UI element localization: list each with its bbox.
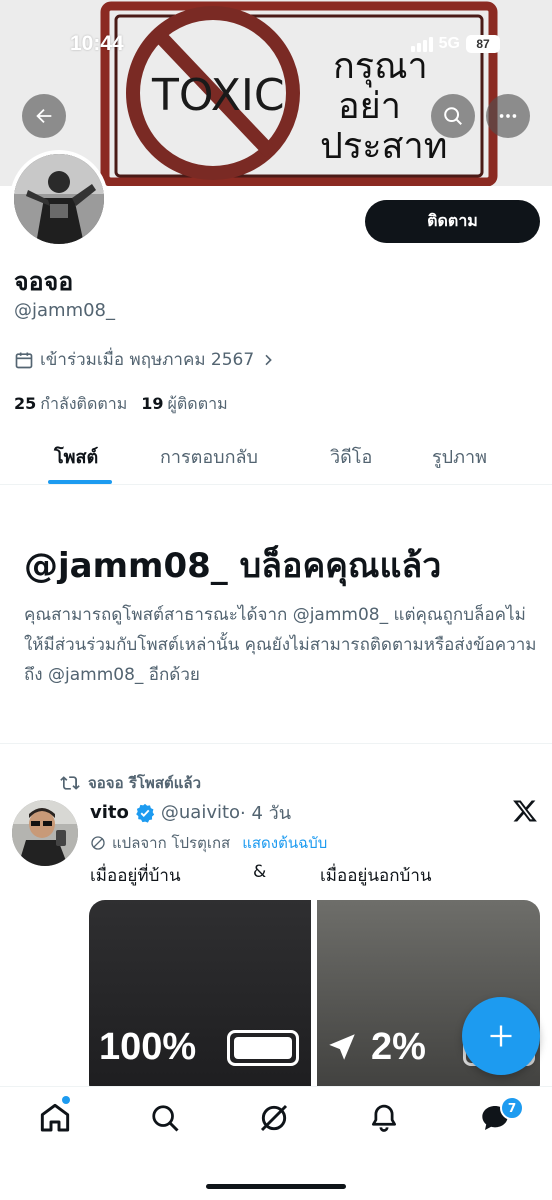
show-original-link[interactable]: แสดงต้นฉบับ [242, 831, 327, 855]
post-text-right: เมื่ออยู่นอกบ้าน [320, 866, 432, 886]
followers-label: ผู้ติดตาม [167, 394, 228, 413]
post-text-left: เมื่ออยู่ที่บ้าน [90, 866, 181, 886]
battery-icon: 87 [466, 35, 500, 53]
media-image-left[interactable]: 100% [89, 900, 311, 1100]
tab-posts[interactable]: โพสต์ [54, 442, 98, 471]
blocked-title: @jamm08_ บล็อคคุณแล้ว [24, 546, 442, 586]
home-icon [40, 1103, 70, 1132]
calendar-icon [15, 352, 33, 368]
search-button[interactable] [431, 94, 475, 138]
compose-icon [490, 1025, 512, 1047]
bottom-nav [0, 1086, 552, 1200]
tab-videos[interactable]: วิดีโอ [330, 442, 372, 471]
post-header: vito @uaivito · 4 วัน [90, 798, 291, 827]
compose-button[interactable] [462, 997, 540, 1075]
search-icon [444, 107, 462, 125]
followers-link[interactable]: 19 ผู้ติดตาม [141, 392, 227, 417]
tab-photos[interactable]: รูปภาพ [432, 442, 487, 471]
divider [0, 743, 552, 744]
repost-icon [60, 776, 80, 790]
repost-indicator: จอจอ รีโพสต์แล้ว [60, 771, 201, 795]
battery-level: 87 [476, 37, 490, 51]
more-button[interactable] [486, 94, 530, 138]
follow-button[interactable]: ติดตาม [365, 200, 540, 243]
home-unread-dot [62, 1096, 70, 1104]
messages-badge: 7 [500, 1096, 524, 1120]
media-right-text: 2% [371, 1026, 426, 1068]
x-logo-icon [513, 800, 537, 822]
avatar-image [14, 154, 104, 244]
nav-notifications[interactable] [367, 1101, 401, 1135]
blocked-description: คุณสามารถดูโพสต์สาธารณะได้จาก @jamm08_ แ… [24, 605, 537, 685]
status-bar: 10:44 5G 87 [0, 0, 552, 90]
home-indicator [206, 1184, 346, 1189]
joined-text: เข้าร่วมเมื่อ พฤษภาคม 2567 [40, 350, 255, 370]
explore-icon [152, 1105, 179, 1132]
follow-stats: 25 กำลังติดตาม 19 ผู้ติดตาม [14, 392, 228, 417]
post-author-avatar[interactable] [12, 800, 78, 866]
back-button[interactable] [22, 94, 66, 138]
profile-tabs: โพสต์ การตอบกลับ วิดีโอ รูปภาพ [0, 430, 552, 485]
repost-label: จอจอ รีโพสต์แล้ว [88, 774, 201, 792]
bell-icon [372, 1104, 396, 1132]
more-icon [499, 114, 517, 118]
verified-icon [136, 803, 155, 823]
status-indicators: 5G 87 [410, 35, 500, 53]
status-time: 10:44 [70, 32, 124, 55]
post-media[interactable]: 100% 2% [89, 900, 540, 1100]
following-count: 25 [14, 394, 37, 413]
active-tab-indicator [48, 480, 112, 484]
signal-icon [410, 36, 433, 52]
tab-replies[interactable]: การตอบกลับ [160, 442, 258, 471]
profile-avatar[interactable] [10, 150, 108, 248]
post-avatar-image [12, 800, 78, 866]
nav-home[interactable] [38, 1101, 72, 1135]
location-arrow-icon [329, 1034, 355, 1060]
translate-icon [91, 836, 105, 850]
nav-explore[interactable] [148, 1101, 182, 1135]
profile-handle: @jamm08_ [14, 300, 116, 321]
banner-thai-line-2: อย่า [338, 86, 401, 127]
back-arrow-icon [36, 108, 52, 124]
translated-label: แปลจาก โปรตุเกส [112, 834, 231, 852]
following-label: กำลังติดตาม [40, 394, 128, 413]
banner-thai-line-3: ประสาท [320, 126, 447, 167]
display-name: จอจอ [14, 267, 74, 296]
nav-grok[interactable] [257, 1101, 291, 1135]
grok-icon [260, 1104, 288, 1132]
chevron-right-icon[interactable] [260, 352, 276, 368]
media-left-text: 100% [99, 1026, 197, 1068]
followers-count: 19 [141, 394, 164, 413]
translation-info: แปลจาก โปรตุเกส แสดงต้นฉบับ [90, 831, 327, 855]
battery-full-icon [227, 1030, 299, 1066]
network-type: 5G [438, 35, 460, 52]
post-author-handle[interactable]: @uaivito [161, 802, 240, 823]
post-text-mid: & [253, 862, 267, 882]
joined-date: เข้าร่วมเมื่อ พฤษภาคม 2567 [14, 346, 276, 373]
post-author-name[interactable]: vito [90, 802, 129, 823]
following-link[interactable]: 25 กำลังติดตาม [14, 392, 127, 417]
post-time: · 4 วัน [240, 803, 292, 824]
